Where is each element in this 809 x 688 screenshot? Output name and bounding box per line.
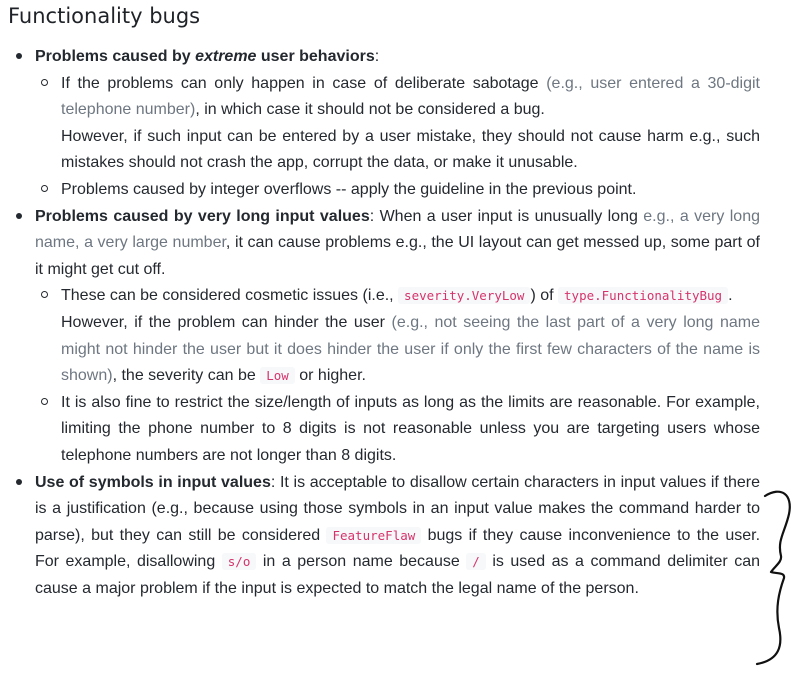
- inline-code: Low: [260, 367, 295, 385]
- inline-code: s/o: [221, 553, 257, 571]
- sub-list: If the problems can only happen in case …: [35, 71, 760, 204]
- list-item-extreme-behaviors: Problems caused by extreme user behavior…: [0, 44, 760, 204]
- inline-code: severity.VeryLow: [398, 287, 531, 305]
- sub-item-cosmetic: These can be considered cosmetic issues …: [35, 283, 760, 389]
- item-title: Problems caused by extreme user behavior…: [35, 48, 375, 65]
- sub-list: These can be considered cosmetic issues …: [35, 283, 760, 469]
- inline-code: /: [466, 553, 486, 571]
- item-title: Use of symbols in input values: [35, 473, 271, 491]
- sub-item-integer-overflow: Problems caused by integer overflows -- …: [35, 177, 760, 204]
- item-title: Problems caused by very long input value…: [35, 207, 370, 225]
- top-level-list: Problems caused by extreme user behavior…: [0, 44, 760, 602]
- list-item-long-input-values: Problems caused by very long input value…: [0, 204, 760, 470]
- inline-code: FeatureFlaw: [326, 526, 422, 544]
- sub-item-restrict-size: It is also fine to restrict the size/len…: [35, 390, 760, 470]
- curly-brace-annotation: [755, 490, 791, 666]
- list-item-symbols: Use of symbols in input values: It is ac…: [0, 470, 760, 603]
- section-heading: Functionality bugs: [8, 4, 201, 28]
- bug-guidelines-content: Problems caused by extreme user behavior…: [0, 44, 760, 602]
- inline-code: type.FunctionalityBug: [558, 287, 729, 305]
- sub-item-sabotage: If the problems can only happen in case …: [35, 71, 760, 177]
